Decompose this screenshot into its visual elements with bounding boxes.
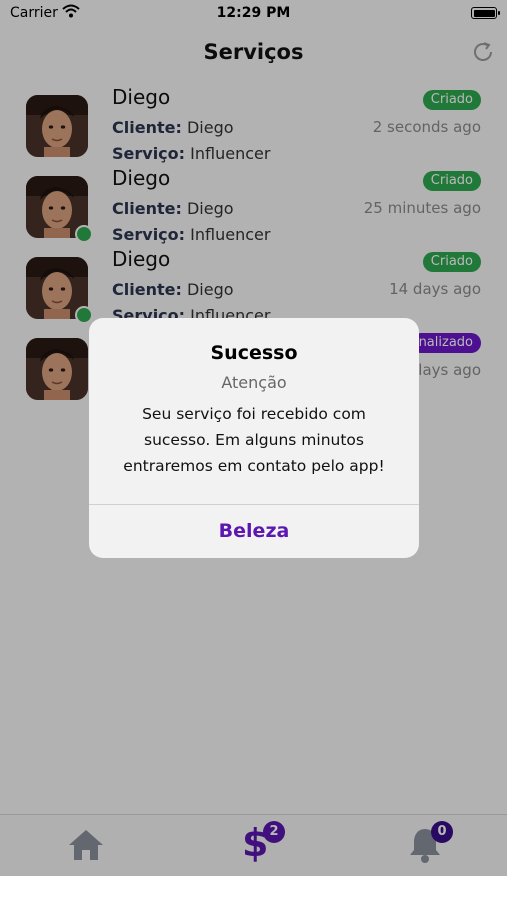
confirm-button[interactable]: Beleza xyxy=(89,505,419,558)
app-screen: Carrier 12:29 PM Serviços Diego Cliente: … xyxy=(0,0,507,876)
alert-subtitle: Atenção xyxy=(221,373,287,392)
alert-message: Seu serviço foi recebido com sucesso. Em… xyxy=(123,405,385,475)
alert-title: Sucesso xyxy=(210,342,298,364)
success-alert: Sucesso Atenção Seu serviço foi recebido… xyxy=(89,318,419,558)
